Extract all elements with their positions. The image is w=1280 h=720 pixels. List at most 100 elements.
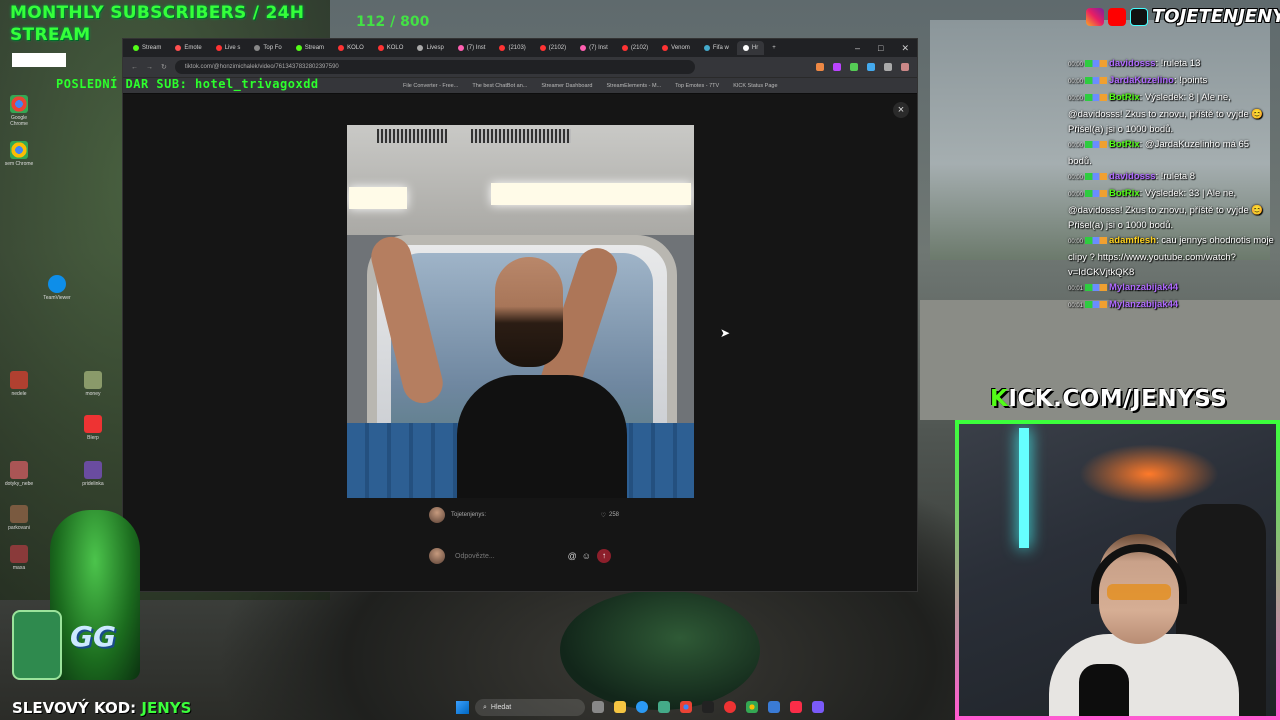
profile-avatar-icon[interactable] bbox=[901, 63, 909, 71]
browser-tab[interactable]: Top Fo bbox=[248, 41, 287, 55]
tab-label: Live s bbox=[224, 45, 241, 51]
chat-username[interactable]: davidosss bbox=[1109, 58, 1155, 69]
browser-tab[interactable]: Livesp bbox=[411, 41, 449, 55]
browser-tab[interactable]: Emote bbox=[169, 41, 207, 55]
bookmark-item[interactable]: File Converter - Free... bbox=[403, 83, 458, 89]
new-tab-icon[interactable]: + bbox=[766, 45, 782, 51]
modal-close-icon[interactable]: × bbox=[893, 102, 909, 118]
comment-author-avatar[interactable] bbox=[429, 507, 445, 523]
chat-message: 00:01 Mylanzabijak44 bbox=[1068, 297, 1274, 314]
browser-tab[interactable]: (2102) bbox=[534, 41, 572, 55]
kick-url-banner: KICK.COM/JENYSS bbox=[990, 386, 1227, 412]
gg-booster-mascot: GG bbox=[10, 500, 170, 690]
url-field[interactable]: tiktok.com/@honzimichalek/video/76134378… bbox=[174, 60, 695, 74]
browser-tab[interactable]: (2103) bbox=[493, 41, 531, 55]
desktop-icon-chrome-2[interactable]: sem Chrome bbox=[4, 141, 34, 167]
chat-text: : !ruleta 13 bbox=[1155, 58, 1201, 69]
extension-icon[interactable] bbox=[850, 63, 858, 71]
extension-icon[interactable] bbox=[833, 63, 841, 71]
extension-icon[interactable] bbox=[867, 63, 875, 71]
tab-label: Stream bbox=[142, 45, 162, 51]
forward-icon[interactable]: → bbox=[146, 64, 153, 71]
browser-tab[interactable]: (7) Inst bbox=[574, 41, 614, 55]
emoji-icon[interactable]: ☺ bbox=[582, 551, 591, 561]
tab-label: (2102) bbox=[630, 45, 649, 51]
app-icon[interactable] bbox=[812, 701, 824, 713]
back-icon[interactable]: ← bbox=[131, 64, 138, 71]
desktop-icon-pridelinka[interactable]: pridelinka bbox=[78, 461, 108, 487]
chrome-active-icon[interactable] bbox=[746, 701, 758, 713]
chat-message: 00:00 BotRix: Výsledek: 33 | Ale ne, @dav… bbox=[1068, 186, 1274, 233]
app-icon[interactable] bbox=[768, 701, 780, 713]
reply-input[interactable]: Odpovězte... bbox=[451, 548, 562, 564]
browser-tab[interactable]: (2102) bbox=[616, 41, 654, 55]
browser-tab[interactable]: Stream bbox=[290, 41, 330, 55]
desktop-icon-nedele[interactable]: nedele bbox=[4, 371, 34, 397]
reload-icon[interactable]: ↻ bbox=[161, 63, 167, 71]
chat-username[interactable]: BotRix bbox=[1109, 92, 1140, 103]
task-view-icon[interactable] bbox=[592, 701, 604, 713]
store-icon[interactable] bbox=[658, 701, 670, 713]
bookmark-item[interactable]: Streamer Dashboard bbox=[541, 83, 592, 89]
browser-tab[interactable]: (7) Inst bbox=[452, 41, 492, 55]
instagram-icon bbox=[1086, 7, 1104, 26]
chat-username[interactable]: BotRix bbox=[1109, 188, 1140, 199]
chat-badges-icon bbox=[1085, 300, 1108, 308]
chat-message: 00:00 JardaKuzelino: !points bbox=[1068, 73, 1274, 90]
app-icon[interactable] bbox=[724, 701, 736, 713]
chat-username[interactable]: Mylanzabijak44 bbox=[1109, 299, 1178, 310]
bookmark-item[interactable]: StreamElements - M... bbox=[606, 83, 661, 89]
browser-tab[interactable]: Fifa w bbox=[698, 41, 735, 55]
chat-username[interactable]: Mylanzabijak44 bbox=[1109, 282, 1178, 293]
extension-icon[interactable] bbox=[816, 63, 824, 71]
extension-icon[interactable] bbox=[884, 63, 892, 71]
edge-icon[interactable] bbox=[636, 701, 648, 713]
tab-label: Emote bbox=[184, 45, 202, 51]
tab-label: KOLO bbox=[386, 45, 404, 51]
tab-favicon-icon bbox=[215, 45, 222, 51]
tab-label: Fifa w bbox=[712, 45, 729, 51]
heart-icon[interactable]: ♡ bbox=[601, 512, 606, 519]
comment-author[interactable]: Tojetenjenys: bbox=[451, 512, 486, 518]
chat-badges-icon bbox=[1085, 140, 1108, 148]
chat-username[interactable]: davidosss bbox=[1109, 171, 1155, 182]
chat-username[interactable]: adamflesh bbox=[1109, 235, 1156, 246]
bookmark-item[interactable]: The best ChatBot an... bbox=[472, 83, 527, 89]
browser-tab[interactable]: KOLO bbox=[332, 41, 370, 55]
browser-tab[interactable]: Hr bbox=[736, 41, 765, 55]
desktop-icon-teamviewer[interactable]: TeamViewer bbox=[42, 275, 72, 301]
video-vent bbox=[471, 129, 571, 143]
comment-likes[interactable]: ♡ 258 bbox=[601, 512, 619, 519]
browser-tab[interactable]: Stream bbox=[127, 41, 167, 55]
desktop-icon-money[interactable]: money bbox=[78, 371, 108, 397]
tiktok-video-frame[interactable] bbox=[347, 125, 694, 498]
browser-tab[interactable]: Venom bbox=[656, 41, 696, 55]
chat-badges-icon bbox=[1085, 59, 1108, 67]
desktop-icon-blerp[interactable]: Blerp bbox=[78, 415, 108, 441]
chat-username[interactable]: BotRix bbox=[1109, 139, 1140, 150]
video-person-head bbox=[495, 257, 563, 367]
file-explorer-icon[interactable] bbox=[614, 701, 626, 713]
bookmark-item[interactable]: Top Emotes - 7TV bbox=[675, 83, 719, 89]
window-close-icon[interactable]: ✕ bbox=[901, 43, 909, 54]
browser-tab[interactable]: KOLO bbox=[372, 41, 410, 55]
desktop-icon-dotyky-nebe[interactable]: dotyky_nebe bbox=[4, 461, 34, 487]
bookmark-item[interactable]: KICK Status Page bbox=[733, 83, 777, 89]
minimize-icon[interactable]: – bbox=[855, 43, 860, 54]
windows-start-icon[interactable] bbox=[456, 701, 469, 714]
chrome-icon[interactable] bbox=[680, 701, 692, 713]
chat-username[interactable]: JardaKuzelino bbox=[1109, 75, 1174, 86]
desktop-icon-chrome[interactable]: Google Chrome bbox=[4, 95, 34, 127]
music-icon[interactable] bbox=[790, 701, 802, 713]
taskbar-search[interactable]: ⌕ Hledat bbox=[475, 699, 585, 716]
webcam-feed bbox=[955, 420, 1280, 720]
search-icon: ⌕ bbox=[483, 703, 487, 711]
browser-tab[interactable]: Live s bbox=[210, 41, 247, 55]
windows-taskbar: ⌕ Hledat bbox=[0, 696, 1280, 720]
mention-icon[interactable]: @ bbox=[568, 551, 577, 561]
send-button[interactable]: ↑ bbox=[597, 549, 611, 563]
mascot-jar bbox=[12, 610, 62, 680]
app-icon[interactable] bbox=[702, 701, 714, 713]
maximize-icon[interactable]: □ bbox=[878, 43, 883, 54]
desktop-icon-label: nedele bbox=[11, 391, 27, 397]
